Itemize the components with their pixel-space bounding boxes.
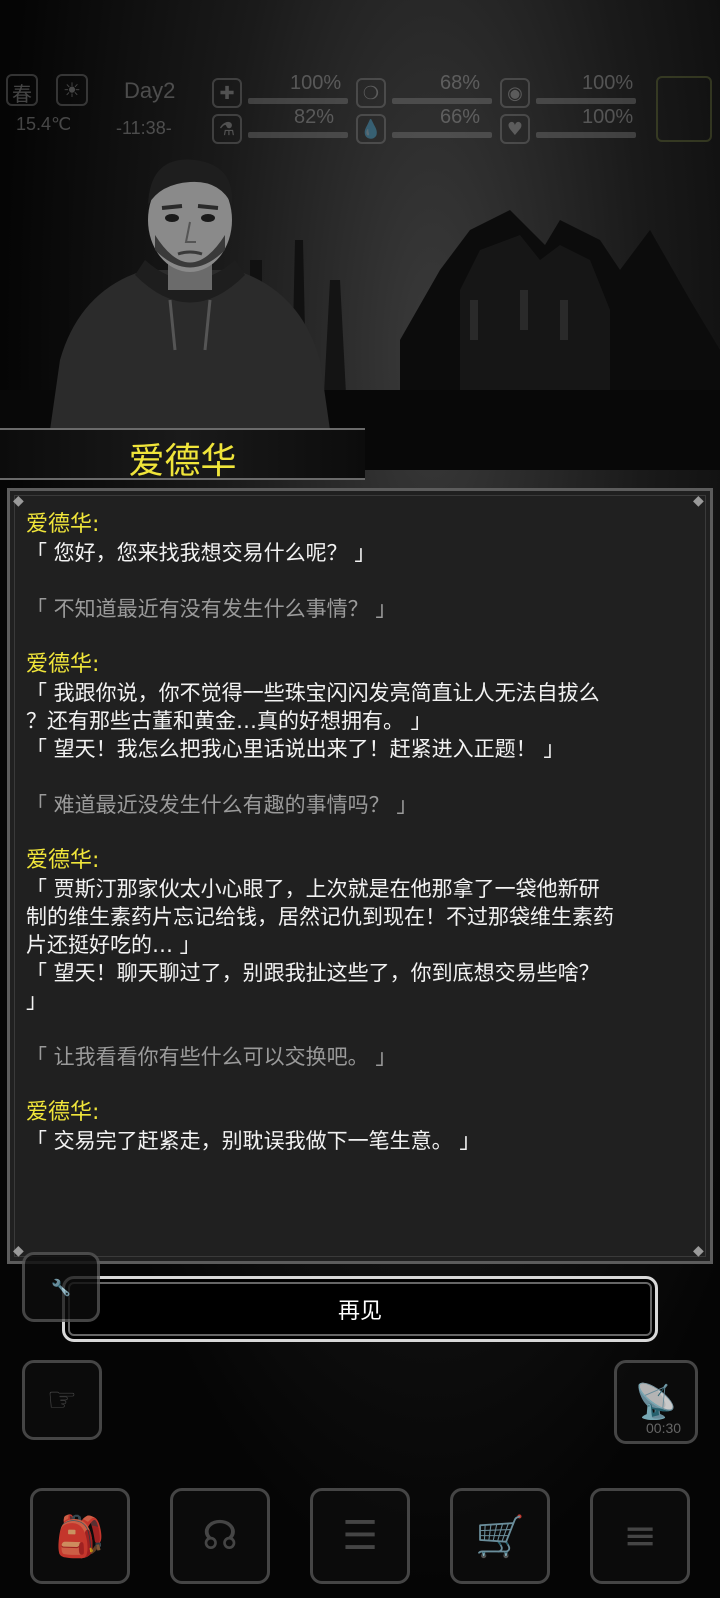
speaker-label: 爱德华:: [26, 652, 100, 677]
day-label: Day2: [124, 78, 176, 103]
thirst-value: 66%: [440, 106, 481, 128]
sun-icon: ☀: [56, 74, 88, 106]
npc-dialogue-line: 「 贾斯汀那家伙太小心眼了，上次就是在他那拿了一袋他新研: [26, 877, 600, 901]
time-label: -11:38-: [116, 118, 172, 138]
backpack-icon[interactable]: 🎒: [30, 1488, 130, 1584]
corner-ornament: ◆: [13, 493, 24, 509]
npc-dialogue-line: ？还有那些古董和黄金…真的好想拥有。 」: [26, 709, 432, 733]
temperature-label: 15.4℃: [16, 114, 72, 134]
health-value: 100%: [290, 72, 342, 94]
speaker-label: 爱德华:: [26, 512, 100, 537]
npc-dialogue-line: 片还挺好吃的… 」: [26, 933, 201, 957]
player-dialogue-line: 「 不知道最近有没有发生什么事情？ 」: [26, 597, 397, 621]
season-label: 春: [12, 84, 32, 106]
tool-button[interactable]: 🔧: [22, 1252, 100, 1322]
hunger-value: 68%: [440, 72, 481, 94]
radio-timer: 00:30: [646, 1420, 682, 1436]
speaker-label: 爱德华:: [26, 1100, 100, 1125]
npc-dialogue-line: 「 您好，您来找我想交易什么呢？ 」: [26, 541, 376, 565]
npc-dialogue-line: 「 望天！聊天聊过了，别跟我扯这些了，你到底想交易些啥？: [26, 961, 600, 985]
medicine-value: 100%: [582, 72, 634, 94]
npc-dialogue-line: 「 我跟你说，你不觉得一些珠宝闪闪发亮简直让人无法自拔么: [26, 681, 600, 705]
flask-icon: ⚗: [212, 114, 242, 144]
dialogue-panel[interactable]: ◆ ◆ ◆ ◆ 爱德华: 「 您好，您来找我想交易什么呢？ 」「 不知道最近有没有…: [7, 488, 713, 1264]
goodbye-button[interactable]: 再见: [62, 1276, 658, 1342]
heart-icon: ♥: [500, 114, 530, 144]
shopping-cart-icon[interactable]: 🛒: [450, 1488, 550, 1584]
mood-value: 100%: [582, 106, 634, 128]
player-dialogue-line: 「 让我看看你有些什么可以交换吧。 」: [26, 1045, 397, 1069]
energy-value: 82%: [294, 106, 335, 128]
map-slot: [656, 76, 712, 142]
dialogue-log: 爱德华: 「 您好，您来找我想交易什么呢？ 」「 不知道最近有没有发生什么事情？ …: [26, 511, 702, 1155]
notebook-icon[interactable]: ☰: [310, 1488, 410, 1584]
player-dialogue-line: 「 难道最近没发生什么有趣的事情吗？ 」: [26, 793, 418, 817]
npc-name: 爱德华: [128, 441, 237, 482]
speaker-label: 爱德华:: [26, 848, 100, 873]
pill-icon: ◉: [500, 78, 530, 108]
stomach-icon: ❍: [356, 78, 386, 108]
corner-ornament: ◆: [693, 1243, 704, 1259]
menu-list-icon[interactable]: ≡: [590, 1488, 690, 1584]
top-hud: 春 ☀ 15.4℃ Day2 -11:38- ✚ 100% ❍ 68% ◉ 10…: [0, 70, 720, 150]
corner-ornament: ◆: [693, 493, 704, 509]
npc-dialogue-line: 制的维生素药片忘记给钱，居然记仇到现在！不过那袋维生素药: [26, 905, 614, 929]
brain-icon[interactable]: ☊: [170, 1488, 270, 1584]
action-hand-icon[interactable]: ☞: [22, 1360, 102, 1440]
medkit-icon: ✚: [212, 78, 242, 108]
season-box: 春: [6, 74, 38, 106]
npc-portrait: [50, 159, 330, 430]
water-drop-icon: 💧: [356, 114, 386, 144]
npc-dialogue-line: 「 交易完了赶紧走，别耽误我做下一笔生意。 」: [26, 1129, 481, 1153]
npc-dialogue-line: 」: [26, 989, 47, 1013]
npc-name-banner: 爱德华: [0, 428, 365, 482]
npc-dialogue-line: 「 望天！我怎么把我心里话说出来了！赶紧进入正题！ 」: [26, 737, 565, 761]
